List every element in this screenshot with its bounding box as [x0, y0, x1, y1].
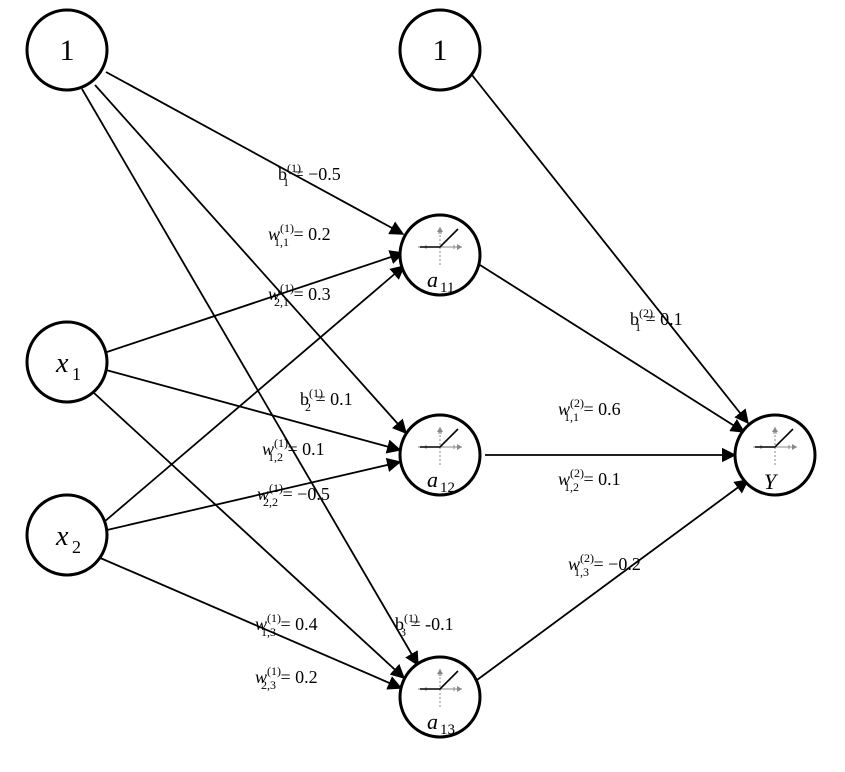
label-w11-l2: w(2)1,1 = 0.6	[558, 396, 621, 424]
node-a11-sub: 11	[440, 280, 454, 296]
node-bias-input-label: 1	[60, 34, 75, 67]
edge-a13-Y	[477, 480, 748, 680]
label-w23-l1: w(1)2,3 = 0.2	[255, 664, 318, 692]
neural-network-diagram: 1 x 1 x 2 1 a 11 a 12 a 13 Y	[0, 0, 845, 772]
label-w11-l1: w(1)1,1 = 0.2	[268, 221, 331, 249]
node-bias-input: 1	[27, 10, 107, 90]
node-x1: x 1	[27, 322, 107, 402]
node-a12: a 12	[400, 415, 480, 496]
edge-x2-a12	[107, 462, 400, 530]
label-w12-l1: w(1)1,2 = 0.1	[262, 436, 325, 464]
node-bias-hidden: 1	[400, 10, 480, 90]
node-a13: a 13	[400, 657, 480, 738]
node-x2: x 2	[27, 495, 107, 575]
label-w22-l1: w(1)2,2 = −0.5	[257, 481, 330, 509]
node-a12-sub: 12	[440, 480, 455, 496]
edge-bias2-Y	[468, 70, 748, 423]
node-x2-label: x	[55, 521, 69, 552]
node-a13-sub: 13	[440, 722, 455, 738]
label-w12-l2: w(2)1,2 = 0.1	[558, 466, 621, 494]
node-Y: Y	[735, 415, 815, 495]
edge-x1-a13	[94, 393, 404, 678]
label-b2-l1: b(1)2 = 0.1	[300, 386, 353, 414]
node-bias-hidden-label: 1	[433, 34, 448, 67]
node-a12-label: a	[427, 467, 438, 492]
edge-x2-a11	[104, 266, 404, 522]
node-x1-sub: 1	[72, 364, 81, 384]
node-a11: a 11	[400, 215, 480, 296]
edge-x1-a11	[104, 253, 403, 353]
node-a11-label: a	[427, 267, 438, 292]
node-a13-label: a	[427, 709, 438, 734]
label-b1-l1: b(1)1 = −0.5	[278, 161, 341, 189]
label-w13-l2: w(2)1,3 = −0.2	[568, 551, 641, 579]
label-w21-l1: w(1)2,1 = 0.3	[268, 281, 331, 309]
node-x1-label: x	[55, 348, 69, 379]
node-x2-sub: 2	[72, 537, 81, 557]
edge-bias1-a12	[95, 85, 406, 433]
label-w13-l1: w(1)1,3 = 0.4	[255, 611, 318, 639]
label-b3-l1: b(1)3 = -0.1	[395, 611, 454, 639]
edge-x2-a13	[98, 557, 401, 688]
edge-bias1-a11	[106, 72, 403, 234]
